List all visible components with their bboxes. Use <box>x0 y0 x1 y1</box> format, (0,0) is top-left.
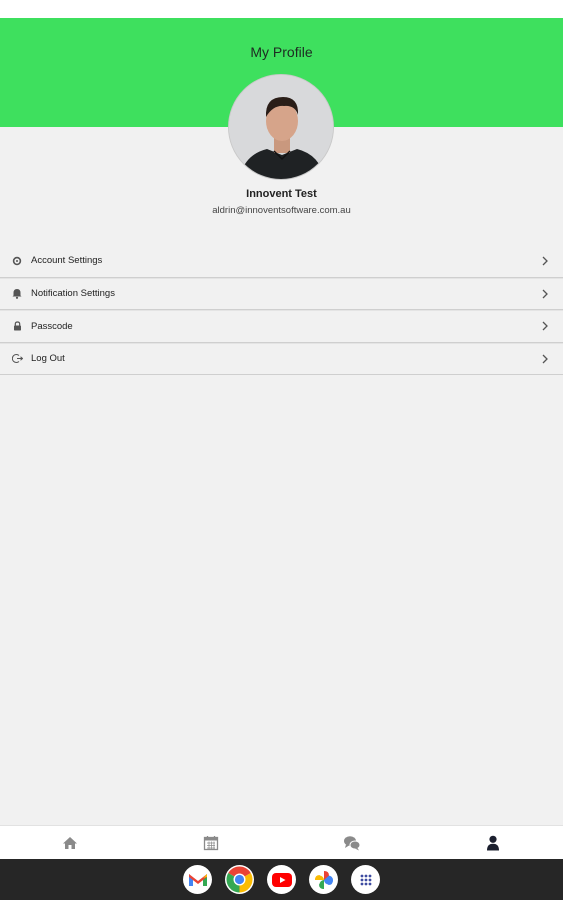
nav-calendar[interactable] <box>141 826 282 859</box>
menu-item-passcode[interactable]: Passcode <box>0 310 563 343</box>
profile-name: Innovent Test <box>246 188 317 200</box>
gear-icon <box>11 255 23 267</box>
chevron-right-icon <box>542 289 548 299</box>
user-icon <box>486 835 499 850</box>
logout-icon <box>11 353 23 365</box>
os-taskbar <box>0 859 563 900</box>
nav-profile[interactable] <box>422 826 563 859</box>
avatar[interactable] <box>228 74 334 180</box>
menu-item-label: Passcode <box>31 320 73 332</box>
chevron-right-icon <box>542 354 548 364</box>
profile-email: aldrin@innoventsoftware.com.au <box>212 205 351 216</box>
bell-icon <box>11 288 23 300</box>
bottom-nav <box>0 825 563 859</box>
photos-icon[interactable] <box>309 865 338 894</box>
home-icon <box>63 836 78 849</box>
gmail-icon[interactable] <box>183 865 212 894</box>
nav-chat[interactable] <box>282 826 423 859</box>
chevron-right-icon <box>542 256 548 266</box>
menu-item-label: Notification Settings <box>31 288 115 300</box>
nav-home[interactable] <box>0 826 141 859</box>
menu-item-label: Account Settings <box>31 255 103 267</box>
chrome-icon[interactable] <box>225 865 254 894</box>
menu-item-log-out[interactable]: Log Out <box>0 342 563 375</box>
lock-icon <box>11 320 23 332</box>
youtube-icon[interactable] <box>267 865 296 894</box>
calendar-icon <box>203 835 219 850</box>
settings-menu: Account Settings Notification Settings P… <box>0 245 563 375</box>
page-title: My Profile <box>250 44 313 60</box>
status-bar <box>0 0 563 18</box>
menu-item-notification-settings[interactable]: Notification Settings <box>0 277 563 310</box>
app-launcher-icon[interactable] <box>351 865 380 894</box>
profile-photo <box>229 75 333 179</box>
menu-item-label: Log Out <box>31 353 65 365</box>
chat-icon <box>343 835 361 850</box>
chevron-right-icon <box>542 321 548 331</box>
menu-item-account-settings[interactable]: Account Settings <box>0 245 563 278</box>
